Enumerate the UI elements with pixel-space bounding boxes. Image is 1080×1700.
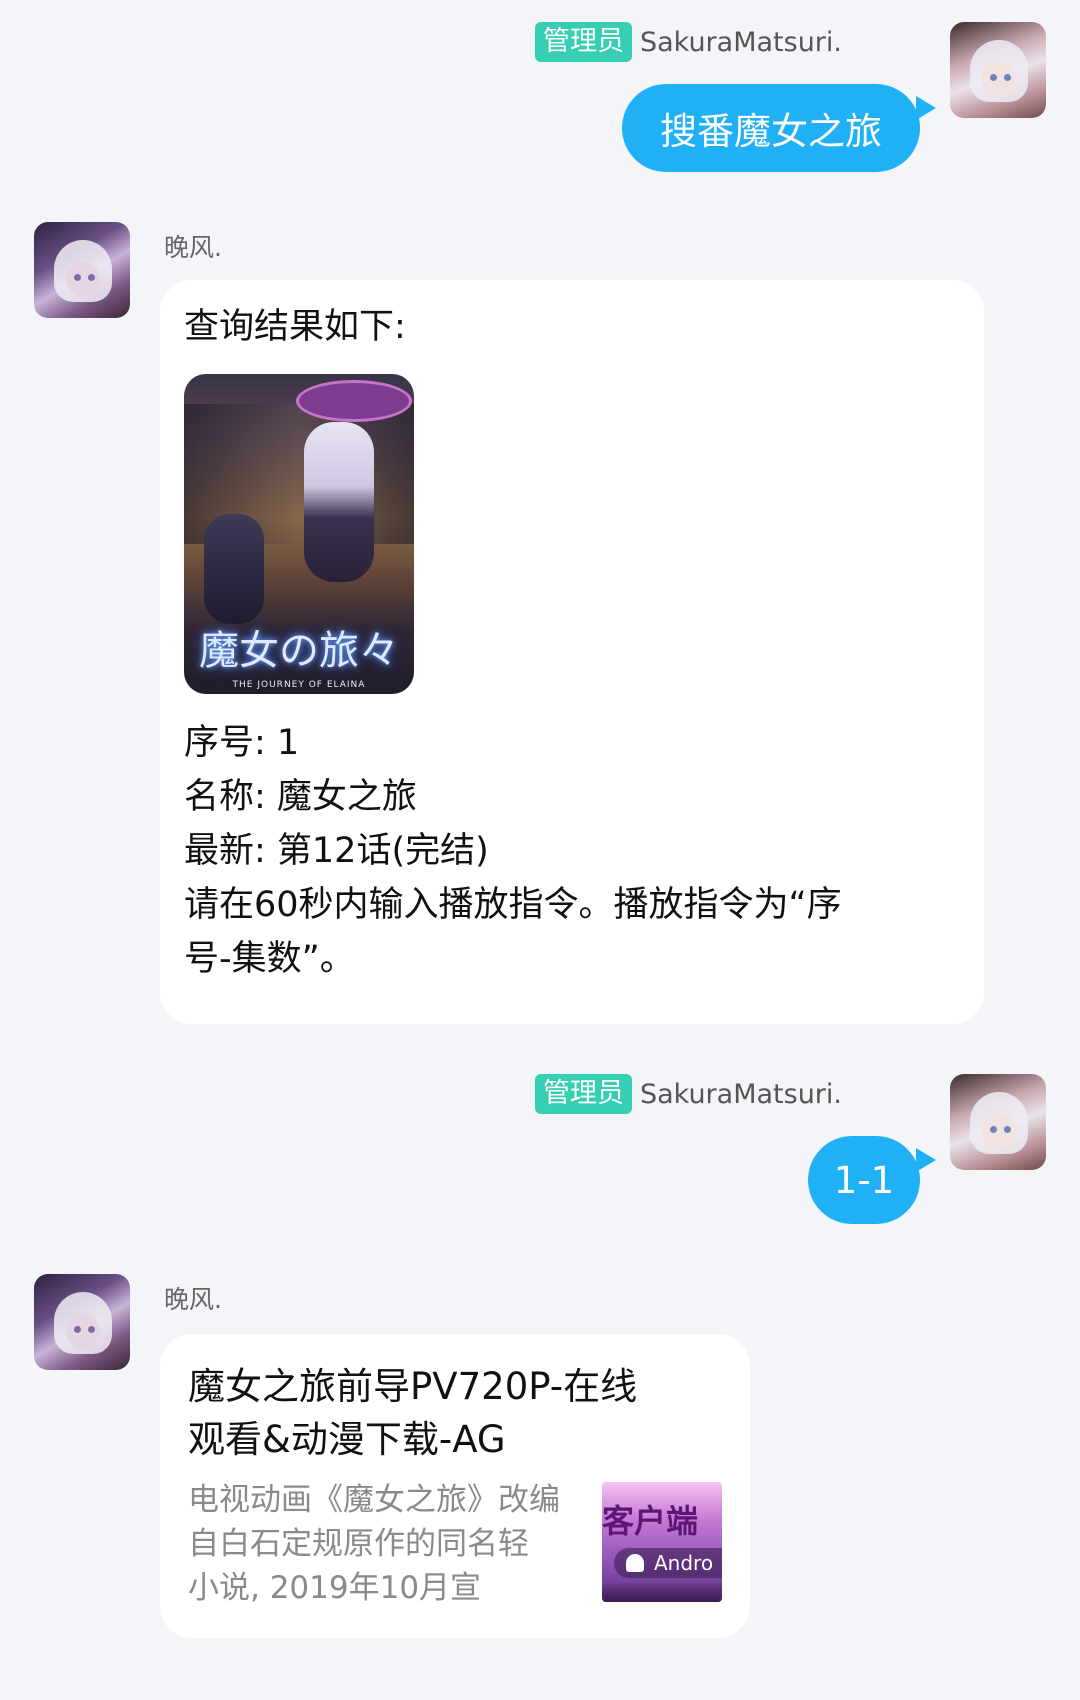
- avatar-eye: [74, 1326, 81, 1333]
- detail-line: 序号: 1: [184, 723, 300, 763]
- avatar-face: [66, 262, 100, 296]
- bubble-tail: [916, 1148, 936, 1172]
- card-title: 魔女之旅前导PV720P-在线 观看&动漫下载-AG: [188, 1360, 637, 1466]
- sender-name: 晚风.: [164, 233, 222, 262]
- poster-witch-hat: [296, 380, 412, 422]
- thumb-text: 客户端: [602, 1502, 699, 1540]
- user-avatar[interactable]: [950, 22, 1046, 118]
- sender-row: 管理员 SakuraMatsuri.: [534, 22, 842, 62]
- avatar-face: [66, 1314, 100, 1348]
- sender-row: 管理员 SakuraMatsuri.: [534, 1074, 842, 1114]
- sender-name: 晚风.: [164, 1285, 222, 1314]
- anime-poster-image[interactable]: 魔女の旅々 THE JOURNEY OF ELAINA: [184, 374, 414, 694]
- avatar-eye: [990, 1126, 997, 1133]
- user-avatar[interactable]: [950, 1074, 1046, 1170]
- avatar-eye: [88, 274, 95, 281]
- avatar-eye: [990, 74, 997, 81]
- sender-name: SakuraMatsuri.: [639, 26, 842, 58]
- incoming-bubble[interactable]: 查询结果如下: 魔女の旅々 THE JOURNEY OF ELAINA 序号: …: [160, 280, 984, 1024]
- result-header: 查询结果如下:: [184, 307, 406, 347]
- thumb-grass: [602, 1582, 722, 1602]
- card-description: 电视动画《魔女之旅》改编 自白石定规原作的同名轻 小说, 2019年10月宣: [188, 1478, 560, 1610]
- poster-small-witch: [204, 514, 264, 624]
- detail-line: 最新: 第12话(完结): [184, 831, 489, 871]
- detail-line: 号-集数”。: [184, 939, 355, 979]
- avatar-eye: [88, 1326, 95, 1333]
- bot-avatar[interactable]: [34, 222, 130, 318]
- avatar-face: [982, 62, 1016, 96]
- card-desc-line: 自白石定规原作的同名轻: [188, 1526, 529, 1562]
- outgoing-bubble[interactable]: 搜番魔女之旅: [622, 84, 920, 172]
- poster-subtitle: THE JOURNEY OF ELAINA: [232, 680, 366, 690]
- detail-line: 请在60秒内输入播放指令。播放指令为“序: [184, 885, 842, 925]
- card-thumbnail-image: 客户端 Andro: [602, 1482, 722, 1602]
- bot-avatar[interactable]: [34, 1274, 130, 1370]
- avatar-eye: [74, 274, 81, 281]
- android-icon: [626, 1554, 644, 1572]
- message-text: 1-1: [833, 1158, 895, 1202]
- avatar-eye: [1004, 74, 1011, 81]
- poster-witch: [304, 422, 374, 582]
- link-card[interactable]: 魔女之旅前导PV720P-在线 观看&动漫下载-AG 电视动画《魔女之旅》改编 …: [160, 1334, 750, 1638]
- outgoing-bubble[interactable]: 1-1: [808, 1136, 920, 1224]
- bubble-tail: [916, 96, 936, 120]
- detail-line: 名称: 魔女之旅: [184, 777, 417, 817]
- avatar-face: [982, 1114, 1016, 1148]
- avatar-eye: [1004, 1126, 1011, 1133]
- admin-role-badge: 管理员: [534, 22, 632, 62]
- result-details: 序号: 1 名称: 魔女之旅 最新: 第12话(完结) 请在60秒内输入播放指令…: [184, 716, 842, 986]
- card-desc-line: 小说, 2019年10月宣: [188, 1570, 482, 1606]
- card-title-line: 观看&动漫下载-AG: [188, 1418, 506, 1461]
- poster-title: 魔女の旅々: [199, 628, 399, 674]
- sender-name: SakuraMatsuri.: [639, 1078, 842, 1110]
- card-desc-line: 电视动画《魔女之旅》改编: [188, 1482, 560, 1518]
- admin-role-badge: 管理员: [534, 1074, 632, 1114]
- message-text: 搜番魔女之旅: [660, 110, 882, 153]
- card-title-line: 魔女之旅前导PV720P-在线: [188, 1365, 638, 1408]
